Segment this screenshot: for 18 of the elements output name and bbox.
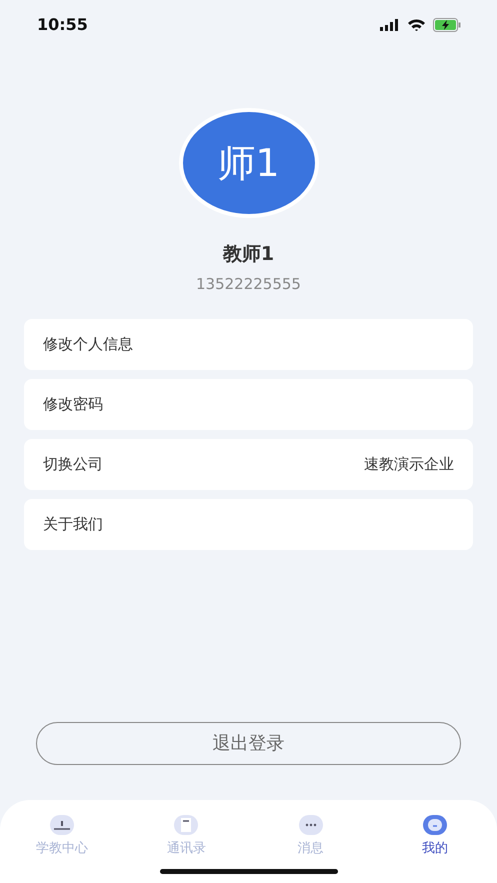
menu-label: 修改密码 [43, 394, 103, 416]
wifi-icon [408, 19, 425, 31]
menu-label: 关于我们 [43, 514, 103, 536]
signal-icon [380, 19, 400, 31]
menu-item[interactable]: 修改密码 [24, 379, 473, 430]
tab[interactable]: 我的 [390, 812, 480, 883]
menu-item[interactable]: 修改个人信息 [24, 319, 473, 370]
battery-icon [433, 18, 461, 32]
status-time: 10:55 [37, 14, 88, 36]
menu-item[interactable]: 切换公司 速教演示企业 [24, 439, 473, 490]
menu-value: 速教演示企业 [364, 454, 454, 476]
user-name: 教师1 [222, 242, 276, 267]
menu-label: 修改个人信息 [43, 334, 133, 356]
logout-button[interactable]: 退出登录 [36, 722, 461, 765]
menu-item[interactable]: 关于我们 [24, 499, 473, 550]
phone-number: 13522225555 [195, 274, 302, 294]
menu-label: 切换公司 [43, 454, 103, 476]
avatar: 师1 [178, 108, 318, 218]
